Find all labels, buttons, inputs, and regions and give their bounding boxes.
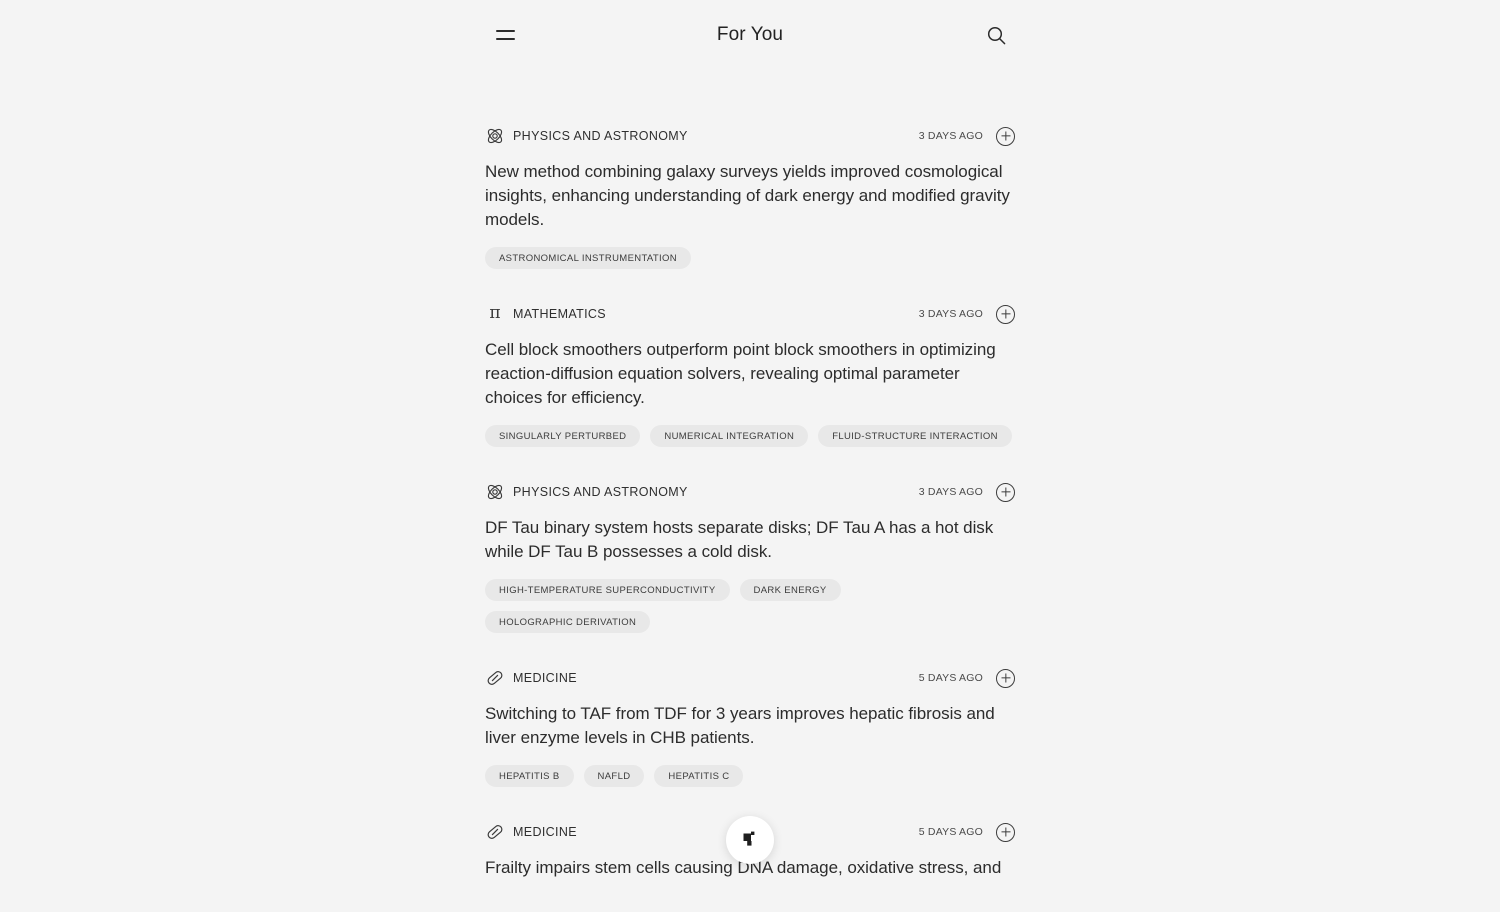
- tag-chip[interactable]: HEPATITIS B: [485, 765, 574, 787]
- pi-icon: π: [485, 304, 505, 324]
- article-feed: PHYSICS AND ASTRONOMY 3 DAYS AGO New metho…: [485, 70, 1015, 912]
- pill-icon: [485, 822, 505, 842]
- article-card[interactable]: π MATHEMATICS 3 DAYS AGO Cell block smoothe…: [485, 301, 1015, 447]
- article-header: PHYSICS AND ASTRONOMY 3 DAYS AGO: [485, 479, 1015, 505]
- category-label: PHYSICS AND ASTRONOMY: [513, 129, 688, 143]
- article-summary[interactable]: Cell block smoothers outperform point bl…: [485, 338, 1015, 410]
- tag-chip[interactable]: ASTRONOMICAL INSTRUMENTATION: [485, 247, 691, 269]
- tag-list: HEPATITIS B NAFLD HEPATITIS C: [485, 765, 1015, 787]
- plus-circle-icon[interactable]: [996, 305, 1015, 324]
- sparkle-flag-icon[interactable]: [726, 816, 774, 864]
- timestamp: 3 DAYS AGO: [919, 486, 983, 498]
- plus-circle-icon[interactable]: [996, 823, 1015, 842]
- timestamp: 5 DAYS AGO: [919, 826, 983, 838]
- tag-chip[interactable]: FLUID-STRUCTURE INTERACTION: [818, 425, 1012, 447]
- pill-icon: [485, 668, 505, 688]
- tag-chip[interactable]: DARK ENERGY: [740, 579, 841, 601]
- search-icon[interactable]: [981, 20, 1011, 50]
- timestamp: 3 DAYS AGO: [919, 130, 983, 142]
- atom-icon: [485, 482, 505, 502]
- hamburger-menu-icon[interactable]: [490, 20, 520, 50]
- plus-circle-icon[interactable]: [996, 483, 1015, 502]
- article-summary[interactable]: Switching to TAF from TDF for 3 years im…: [485, 702, 1015, 750]
- tag-chip[interactable]: HEPATITIS C: [654, 765, 743, 787]
- timestamp: 5 DAYS AGO: [919, 672, 983, 684]
- tag-chip[interactable]: HIGH-TEMPERATURE SUPERCONDUCTIVITY: [485, 579, 730, 601]
- article-card[interactable]: PHYSICS AND ASTRONOMY 3 DAYS AGO New metho…: [485, 123, 1015, 269]
- plus-circle-icon[interactable]: [996, 669, 1015, 688]
- menu-line-2: [496, 38, 515, 40]
- category-label: MEDICINE: [513, 671, 577, 685]
- category-label: MEDICINE: [513, 825, 577, 839]
- menu-line-1: [496, 30, 515, 32]
- tag-list: ASTRONOMICAL INSTRUMENTATION: [485, 247, 1015, 269]
- article-header: PHYSICS AND ASTRONOMY 3 DAYS AGO: [485, 123, 1015, 149]
- atom-icon: [485, 126, 505, 146]
- page-title: For You: [717, 24, 783, 46]
- article-card[interactable]: PHYSICS AND ASTRONOMY 3 DAYS AGO DF Tau bi…: [485, 479, 1015, 633]
- article-summary[interactable]: New method combining galaxy surveys yiel…: [485, 160, 1015, 232]
- article-header: π MATHEMATICS 3 DAYS AGO: [485, 301, 1015, 327]
- tag-chip[interactable]: NAFLD: [584, 765, 645, 787]
- tag-chip[interactable]: HOLOGRAPHIC DERIVATION: [485, 611, 650, 633]
- timestamp: 3 DAYS AGO: [919, 308, 983, 320]
- plus-circle-icon[interactable]: [996, 127, 1015, 146]
- article-card[interactable]: MEDICINE 5 DAYS AGO Switching to TAF from …: [485, 665, 1015, 787]
- tag-chip[interactable]: NUMERICAL INTEGRATION: [650, 425, 808, 447]
- tag-list: SINGULARLY PERTURBED NUMERICAL INTEGRATIO…: [485, 425, 1015, 447]
- top-bar: For You: [0, 0, 1500, 70]
- tag-chip[interactable]: SINGULARLY PERTURBED: [485, 425, 640, 447]
- article-header: MEDICINE 5 DAYS AGO: [485, 665, 1015, 691]
- top-bar-inner: For You: [485, 0, 1015, 70]
- tag-list: HIGH-TEMPERATURE SUPERCONDUCTIVITY DARK E…: [485, 579, 1015, 633]
- article-summary[interactable]: DF Tau binary system hosts separate disk…: [485, 516, 1015, 564]
- category-label: PHYSICS AND ASTRONOMY: [513, 485, 688, 499]
- category-label: MATHEMATICS: [513, 307, 606, 321]
